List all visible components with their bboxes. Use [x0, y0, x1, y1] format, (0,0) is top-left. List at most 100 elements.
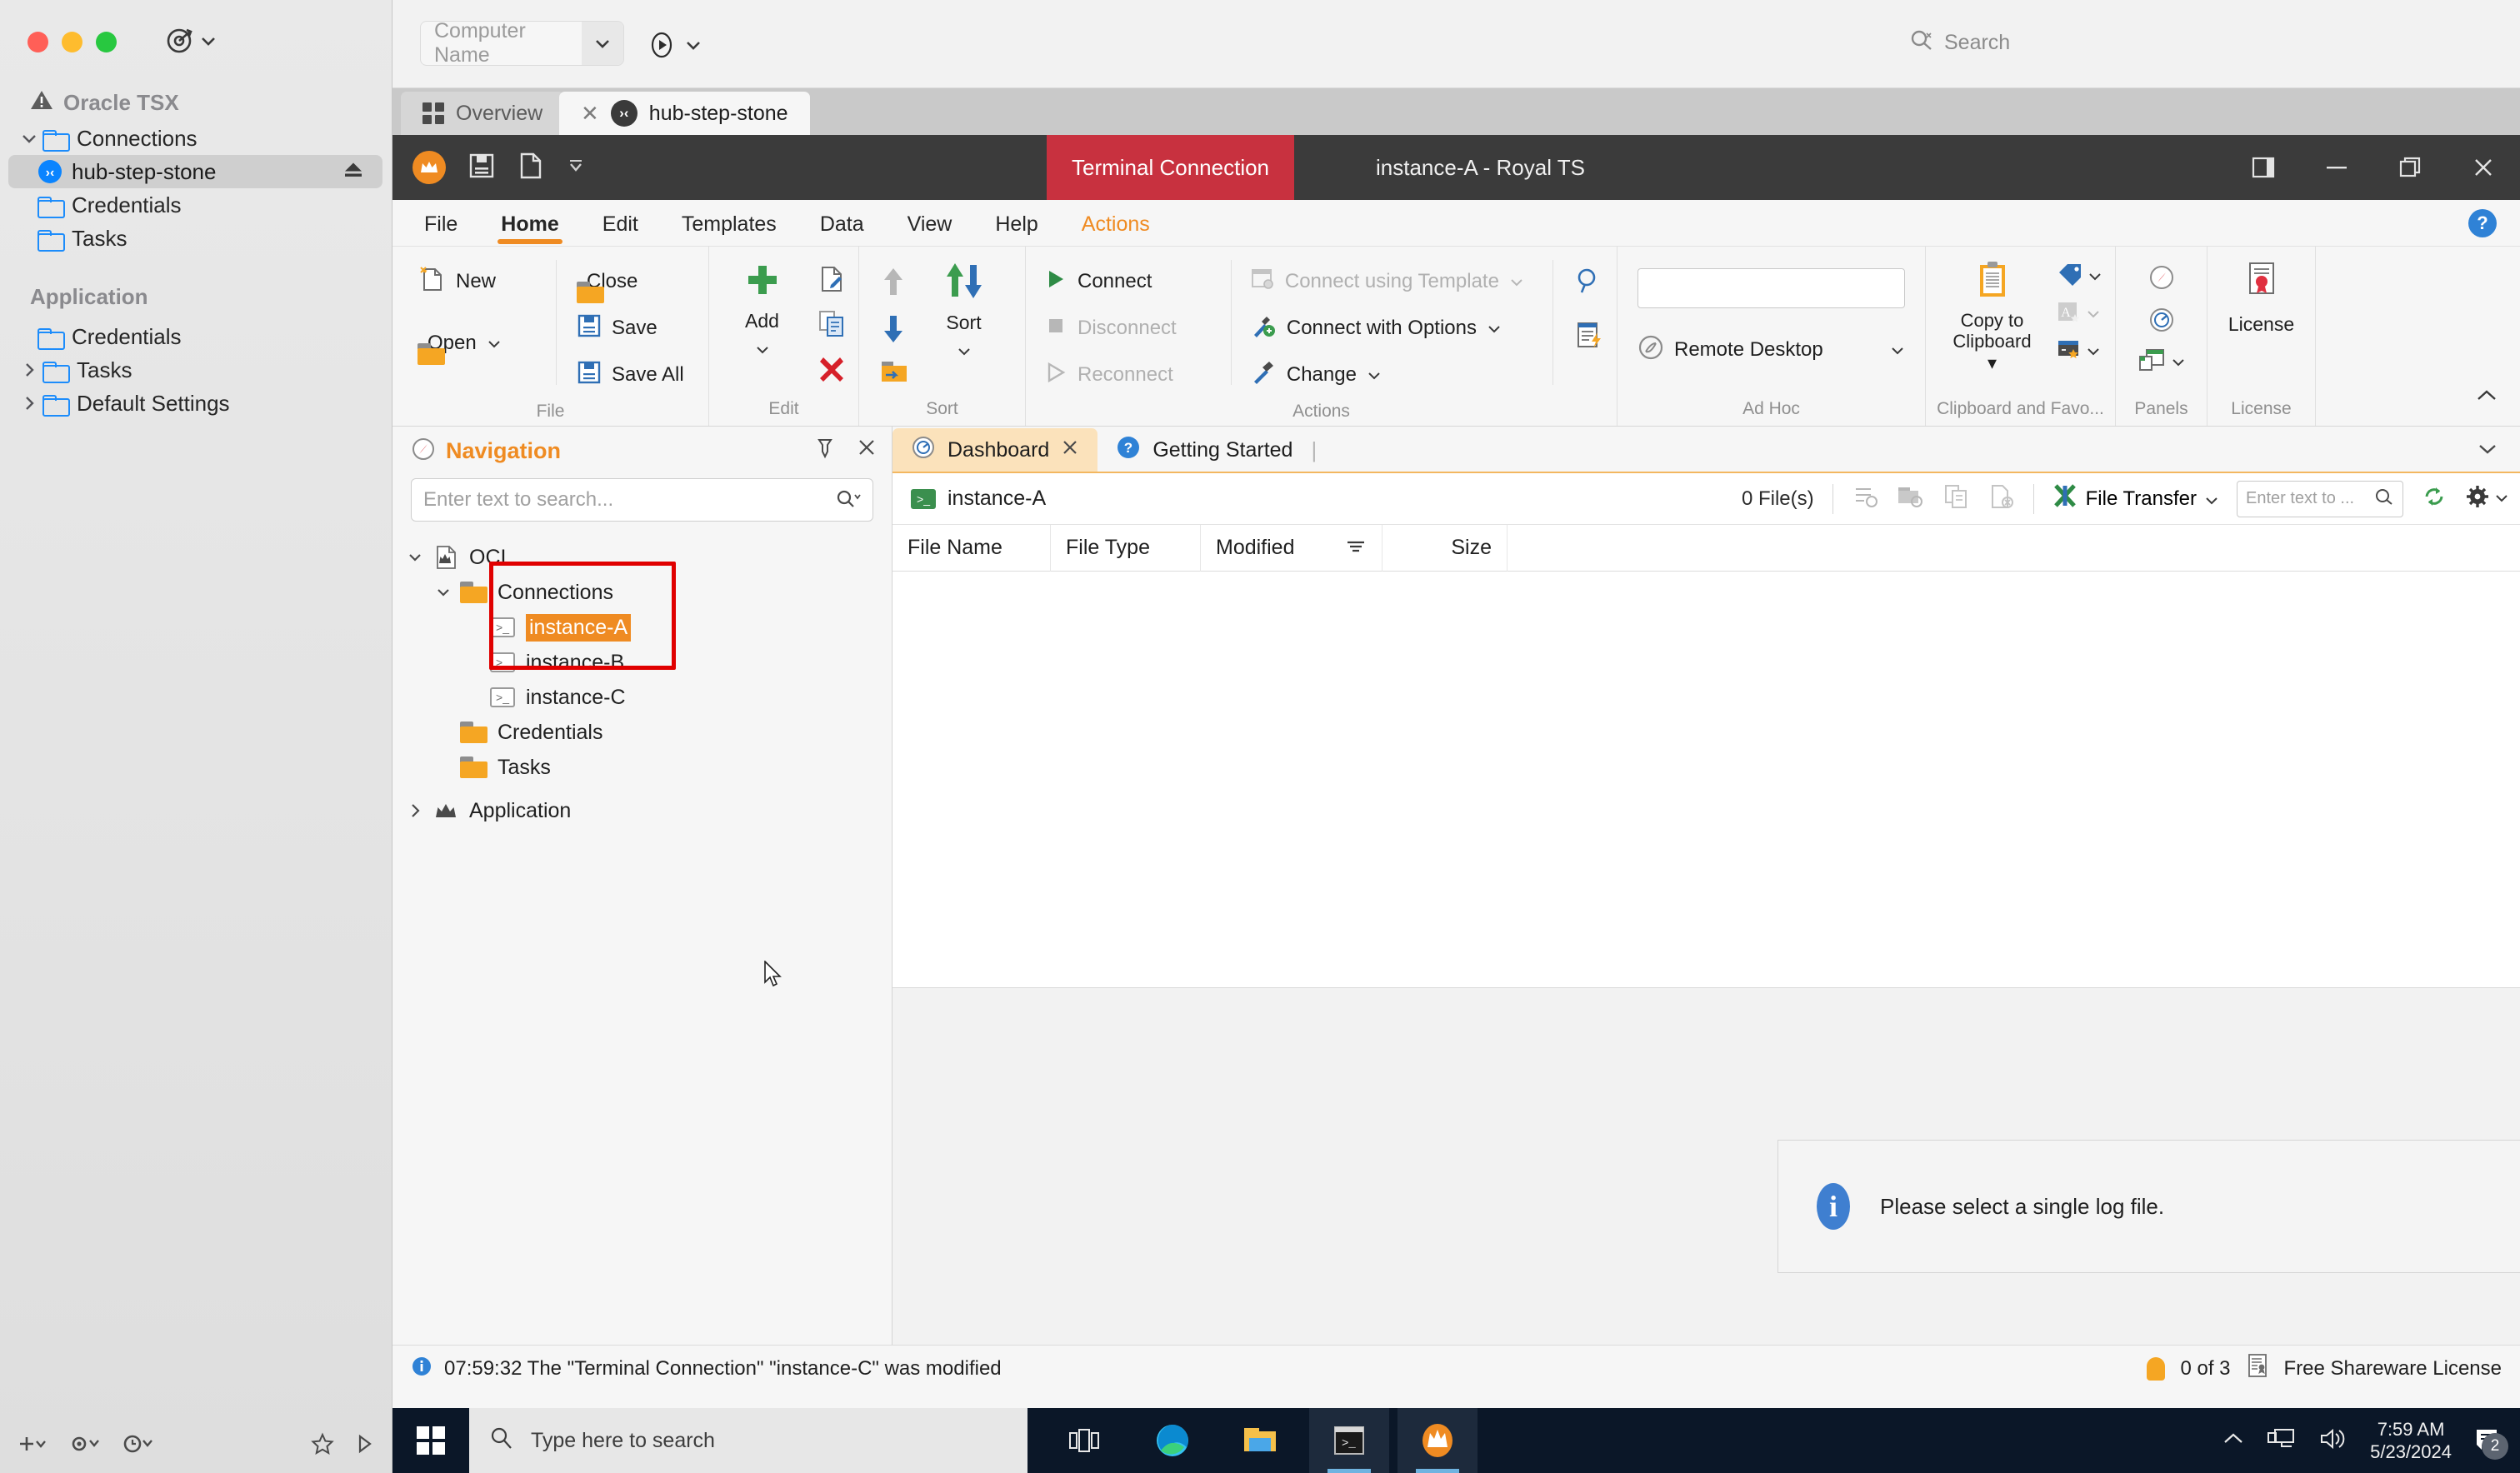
chevron-down-icon[interactable]: [2495, 492, 2508, 507]
license-button[interactable]: License: [2221, 260, 2302, 336]
edit-document-icon[interactable]: [818, 265, 846, 297]
filter-icon[interactable]: [1345, 536, 1367, 560]
chevron-down-icon[interactable]: [685, 39, 702, 55]
star-icon[interactable]: [311, 1432, 334, 1461]
chevron-down-icon[interactable]: [2205, 487, 2218, 511]
edge-browser-icon[interactable]: [1132, 1408, 1212, 1473]
network-icon[interactable]: [2267, 1426, 2297, 1456]
sidebar-item-credentials[interactable]: Credentials: [0, 188, 392, 222]
new-document-icon[interactable]: [518, 152, 544, 184]
tree-item-instance-c[interactable]: >_ instance-C: [392, 680, 892, 715]
new-folder-icon[interactable]: [1897, 484, 1925, 513]
tree-item-application[interactable]: Application: [392, 793, 892, 828]
arrow-down-icon[interactable]: [881, 312, 909, 350]
column-modified[interactable]: Modified: [1201, 525, 1382, 572]
ribbon-tab-view[interactable]: View: [886, 202, 974, 246]
window-traffic-lights[interactable]: [28, 32, 117, 52]
chevron-down-icon[interactable]: [429, 587, 458, 597]
ribbon-tab-file[interactable]: File: [402, 202, 479, 246]
volume-icon[interactable]: [2318, 1426, 2348, 1456]
chevron-up-icon[interactable]: [2475, 388, 2498, 407]
pin-icon[interactable]: [815, 437, 835, 465]
disconnect-button[interactable]: Disconnect: [1044, 307, 1218, 350]
notifications-button[interactable]: 2: [2473, 1426, 2503, 1456]
layout-icon[interactable]: [2227, 135, 2300, 200]
panel-layout-button[interactable]: [2138, 348, 2185, 377]
tips-count-label[interactable]: 0 of 3: [2180, 1357, 2230, 1381]
clock-icon[interactable]: [122, 1433, 153, 1461]
minimize-icon[interactable]: [2300, 135, 2373, 200]
file-search-input[interactable]: Enter text to ...: [2237, 481, 2403, 517]
tag-button[interactable]: [2057, 263, 2102, 291]
gear-icon[interactable]: [68, 1433, 100, 1461]
save-all-button[interactable]: Save All: [577, 353, 684, 397]
search-icon[interactable]: [2374, 487, 2394, 510]
close-icon[interactable]: [1061, 438, 1079, 462]
chevron-down-icon[interactable]: [401, 552, 429, 562]
connect-with-options-button[interactable]: Connect with Options: [1250, 307, 1539, 350]
global-search-field[interactable]: Search: [1909, 21, 2492, 64]
column-file-name[interactable]: File Name: [892, 525, 1051, 572]
close-icon[interactable]: ✕: [581, 101, 599, 127]
task-view-icon[interactable]: [1044, 1408, 1124, 1473]
adhoc-type-dropdown[interactable]: Remote Desktop: [1638, 328, 1905, 372]
sidebar-item-tasks[interactable]: Tasks: [0, 222, 392, 255]
column-file-type[interactable]: File Type: [1051, 525, 1201, 572]
ribbon-tab-data[interactable]: Data: [798, 202, 886, 246]
help-button[interactable]: ?: [2468, 209, 2497, 237]
chevron-down-icon[interactable]: [2087, 307, 2100, 322]
properties-icon[interactable]: [1852, 484, 1878, 513]
move-to-folder-icon[interactable]: [881, 360, 909, 387]
ribbon-tab-edit[interactable]: Edit: [581, 202, 660, 246]
computer-name-combobox[interactable]: Computer Name: [420, 21, 624, 66]
font-favorites-button[interactable]: A: [2057, 301, 2102, 328]
tab-hub-step-stone[interactable]: ✕ ›‹ hub-step-stone: [559, 92, 810, 135]
new-button[interactable]: New: [418, 260, 548, 303]
chevron-down-icon[interactable]: ▾: [1988, 352, 1997, 373]
file-grid-body[interactable]: [892, 572, 2520, 988]
chevron-down-icon[interactable]: [1367, 363, 1382, 387]
copy-to-clipboard-button[interactable]: Copy to Clipboard ▾: [1939, 260, 2045, 373]
add-button[interactable]: Add: [722, 260, 802, 360]
chevron-down-icon[interactable]: [582, 22, 623, 65]
sidebar-item-app-tasks[interactable]: Tasks: [0, 353, 392, 387]
duplicate-icon[interactable]: [818, 309, 846, 342]
navigation-search-input[interactable]: Enter text to search...: [423, 488, 836, 512]
adhoc-host-input[interactable]: [1638, 268, 1905, 308]
ribbon-tab-actions[interactable]: Actions: [1060, 202, 1172, 246]
file-settings-button[interactable]: [2465, 484, 2508, 513]
computer-name-input[interactable]: Computer Name: [421, 19, 582, 67]
ribbon-tab-templates[interactable]: Templates: [660, 202, 798, 246]
arrow-up-icon[interactable]: [881, 265, 909, 302]
chevron-down-icon[interactable]: [1509, 270, 1524, 293]
connect-using-template-button[interactable]: Connect using Template: [1250, 260, 1539, 303]
play-icon[interactable]: [356, 1433, 374, 1461]
close-window-button[interactable]: [28, 32, 48, 52]
edit-list-icon[interactable]: [1575, 321, 1603, 353]
open-button[interactable]: Open: [418, 322, 548, 365]
chevron-down-icon[interactable]: [1487, 317, 1502, 340]
close-icon[interactable]: [857, 437, 877, 465]
chevron-down-icon[interactable]: [2477, 438, 2498, 462]
close-icon[interactable]: [2447, 135, 2520, 200]
navigation-search[interactable]: Enter text to search...: [411, 478, 873, 522]
taskbar-clock[interactable]: 7:59 AM 5/23/2024: [2370, 1418, 2452, 1464]
license-label[interactable]: Free Shareware License: [2284, 1357, 2502, 1381]
tree-item-instance-b[interactable]: >_ instance-B: [392, 645, 892, 680]
eject-icon[interactable]: [342, 159, 364, 185]
save-button[interactable]: Save: [577, 307, 684, 350]
chevron-down-icon[interactable]: [1890, 338, 1905, 362]
sidebar-item-app-credentials[interactable]: Credentials: [0, 320, 392, 353]
reconnect-button[interactable]: Reconnect: [1044, 353, 1218, 397]
chevron-down-icon[interactable]: [957, 339, 972, 362]
chevron-down-icon[interactable]: [755, 337, 770, 360]
sidebar-item-default-settings[interactable]: Default Settings: [0, 387, 392, 420]
taskbar-search[interactable]: Type here to search: [469, 1408, 1028, 1473]
delete-file-icon[interactable]: [1988, 484, 2015, 513]
chevron-up-icon[interactable]: [2222, 1431, 2245, 1451]
chevron-right-icon[interactable]: [18, 396, 40, 411]
terminal-icon[interactable]: >_: [1309, 1408, 1389, 1473]
add-icon[interactable]: [18, 1434, 47, 1460]
column-size[interactable]: Size: [1382, 525, 1508, 572]
app-switcher-button[interactable]: [165, 27, 217, 55]
